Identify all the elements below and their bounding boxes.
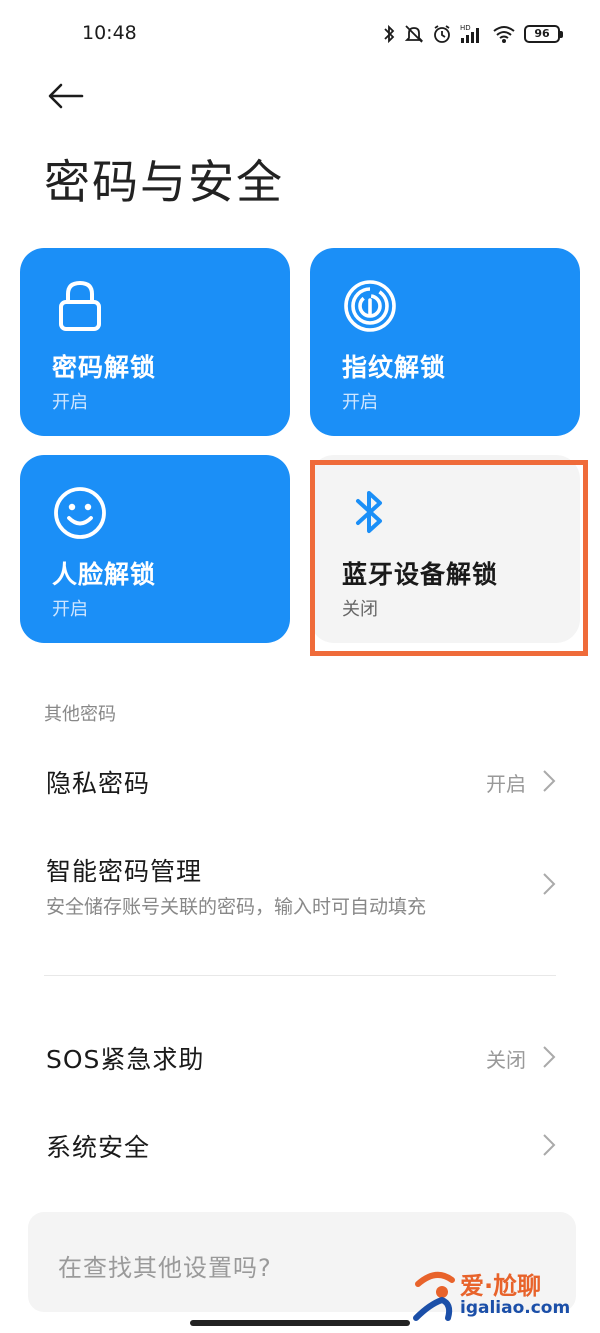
alarm-icon bbox=[434, 25, 450, 43]
chevron-right-icon bbox=[543, 770, 556, 792]
card-title: 蓝牙设备解锁 bbox=[342, 560, 499, 589]
system-security-row[interactable]: 系统安全 bbox=[0, 1104, 600, 1184]
status-bar: 10:48 HD 96 bbox=[0, 0, 600, 66]
card-status: 开启 bbox=[52, 392, 88, 413]
home-indicator[interactable] bbox=[190, 1320, 410, 1326]
hd-signal-icon: HD bbox=[460, 24, 479, 43]
page-title: 密码与安全 bbox=[44, 155, 284, 209]
row-title: 隐私密码 bbox=[46, 769, 151, 798]
row-title: 智能密码管理 bbox=[46, 857, 203, 886]
row-subtitle: 安全储存账号关联的密码，输入时可自动填充 bbox=[46, 896, 427, 918]
row-title: SOS紧急求助 bbox=[46, 1045, 205, 1074]
section-header-other: 其他密码 bbox=[44, 704, 116, 725]
fingerprint-unlock-card[interactable]: 指纹解锁 开启 bbox=[310, 248, 580, 436]
search-placeholder: 在查找其他设置吗? bbox=[58, 1254, 272, 1282]
bluetooth-unlock-card[interactable]: 蓝牙设备解锁 关闭 bbox=[310, 455, 580, 643]
card-status: 关闭 bbox=[342, 599, 378, 620]
watermark-name: 爱·尬聊 bbox=[460, 1272, 542, 1300]
back-arrow-icon bbox=[48, 83, 84, 109]
chevron-right-icon bbox=[543, 1134, 556, 1156]
watermark-logo-icon bbox=[413, 1271, 455, 1321]
card-title: 人脸解锁 bbox=[52, 560, 157, 589]
watermark-url: igaliao.com bbox=[460, 1298, 571, 1318]
smart-password-manager-row[interactable]: 智能密码管理 安全储存账号关联的密码，输入时可自动填充 bbox=[0, 836, 600, 932]
row-title: 系统安全 bbox=[46, 1133, 151, 1162]
password-unlock-card[interactable]: 密码解锁 开启 bbox=[20, 248, 290, 436]
status-time: 10:48 bbox=[82, 22, 137, 44]
status-icons: HD 96 bbox=[382, 20, 563, 48]
wifi-icon bbox=[493, 26, 515, 43]
battery-icon: 96 bbox=[524, 25, 563, 43]
card-status: 开启 bbox=[342, 392, 378, 413]
card-title: 密码解锁 bbox=[52, 353, 157, 382]
back-button[interactable] bbox=[44, 76, 88, 116]
watermark: 爱·尬聊 igaliao.com bbox=[408, 1264, 588, 1326]
card-status: 开启 bbox=[52, 599, 88, 620]
row-value: 开启 bbox=[486, 772, 526, 796]
privacy-password-row[interactable]: 隐私密码 开启 bbox=[0, 740, 600, 820]
chevron-right-icon bbox=[543, 1046, 556, 1068]
svg-text:HD: HD bbox=[460, 24, 471, 32]
bluetooth-icon bbox=[356, 491, 382, 533]
face-icon bbox=[54, 487, 106, 539]
lock-icon bbox=[59, 280, 101, 331]
fingerprint-icon bbox=[344, 280, 396, 332]
card-title: 指纹解锁 bbox=[342, 353, 447, 382]
face-unlock-card[interactable]: 人脸解锁 开启 bbox=[20, 455, 290, 643]
divider bbox=[44, 975, 556, 976]
bluetooth-icon bbox=[384, 24, 395, 44]
mute-bell-icon bbox=[404, 25, 424, 43]
row-value: 关闭 bbox=[486, 1048, 526, 1072]
sos-row[interactable]: SOS紧急求助 关闭 bbox=[0, 1016, 600, 1096]
chevron-right-icon bbox=[543, 873, 556, 895]
